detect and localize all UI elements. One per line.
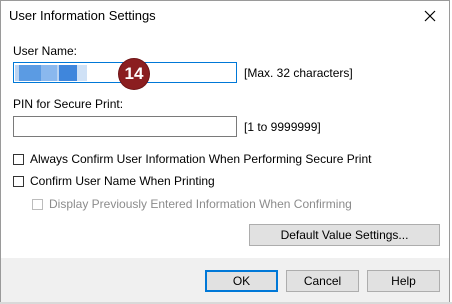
- close-button[interactable]: [417, 4, 443, 28]
- close-icon: [424, 10, 436, 22]
- title-bar: User Information Settings: [1, 1, 449, 31]
- pin-input[interactable]: [13, 116, 237, 137]
- pin-label: PIN for Secure Print:: [13, 97, 124, 111]
- user-name-hint: [Max. 32 characters]: [244, 66, 353, 80]
- default-value-settings-button[interactable]: Default Value Settings...: [249, 224, 440, 246]
- window-title: User Information Settings: [9, 8, 156, 23]
- confirm-user-name-checkbox[interactable]: [13, 175, 24, 187]
- step-number-badge: 14: [119, 59, 149, 89]
- cancel-button[interactable]: Cancel: [286, 270, 359, 292]
- ok-button[interactable]: OK: [205, 270, 278, 292]
- user-name-label: User Name:: [13, 44, 78, 58]
- dialog-footer: OK Cancel Help: [1, 258, 449, 303]
- confirm-user-name-option[interactable]: Confirm User Name When Printing: [13, 174, 215, 188]
- pin-hint: [1 to 9999999]: [244, 120, 321, 134]
- always-confirm-label: Always Confirm User Information When Per…: [30, 152, 372, 166]
- display-previous-label: Display Previously Entered Information W…: [49, 197, 352, 211]
- redacted-user-name: [15, 65, 87, 81]
- display-previous-checkbox: [32, 198, 43, 210]
- always-confirm-checkbox[interactable]: [13, 153, 24, 165]
- display-previous-option: Display Previously Entered Information W…: [32, 197, 352, 211]
- confirm-user-name-label: Confirm User Name When Printing: [30, 174, 215, 188]
- help-button[interactable]: Help: [367, 270, 440, 292]
- user-information-settings-dialog: User Information Settings User Name: 14 …: [0, 0, 450, 303]
- always-confirm-option[interactable]: Always Confirm User Information When Per…: [13, 152, 371, 166]
